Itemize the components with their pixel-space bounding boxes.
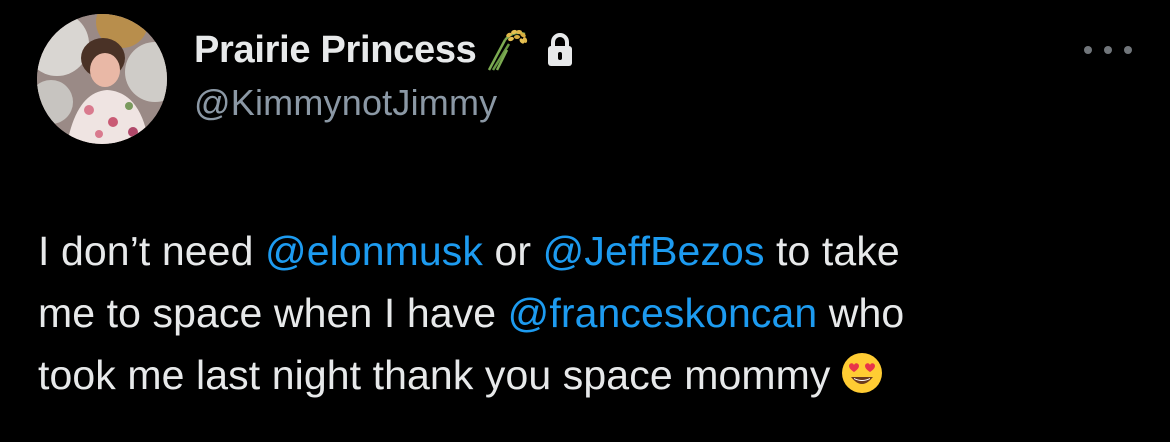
profile-photo xyxy=(37,14,167,144)
tweet-line: me to space when I have @franceskoncan w… xyxy=(38,282,1138,344)
text-segment: took me last night thank you space mommy xyxy=(38,352,831,398)
name-row: Prairie Princess xyxy=(194,24,575,76)
text-segment: or xyxy=(482,228,543,274)
tweet-line: took me last night thank you space mommy xyxy=(38,344,1138,406)
text-segment: I don’t need xyxy=(38,228,265,274)
text-segment: to take xyxy=(764,228,900,274)
tweet-card[interactable]: Prairie Princess @KimmynotJimmy I don’t … xyxy=(0,0,1170,442)
author-handle[interactable]: @KimmynotJimmy xyxy=(194,82,575,124)
ellipsis-icon xyxy=(1084,46,1092,54)
avatar[interactable] xyxy=(37,14,167,144)
rice-sheaf-icon xyxy=(483,26,531,74)
tweet-text: I don’t need @elonmusk or @JeffBezos to … xyxy=(38,220,1138,406)
mention-link[interactable]: @elonmusk xyxy=(265,228,483,274)
tweet-line: I don’t need @elonmusk or @JeffBezos to … xyxy=(38,220,1138,282)
mention-link[interactable]: @franceskoncan xyxy=(508,290,818,336)
more-options-button[interactable] xyxy=(1084,38,1132,62)
lock-icon xyxy=(545,32,575,68)
heart-eyes-emoji-icon xyxy=(840,350,884,394)
display-name[interactable]: Prairie Princess xyxy=(194,29,477,72)
mention-link[interactable]: @JeffBezos xyxy=(543,228,765,274)
text-segment: who xyxy=(817,290,905,336)
ellipsis-icon xyxy=(1124,46,1132,54)
ellipsis-icon xyxy=(1104,46,1112,54)
text-segment: me to space when I have xyxy=(38,290,508,336)
tweet-header: Prairie Princess @KimmynotJimmy xyxy=(194,24,575,124)
